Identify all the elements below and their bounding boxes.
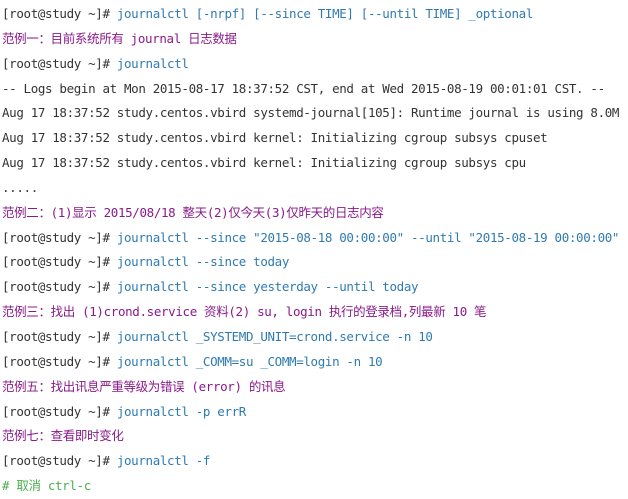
- log-output-line: Aug 17 18:37:52 study.centos.vbird kerne…: [2, 155, 526, 171]
- log-output-line: -- Logs begin at Mon 2015-08-17 18:37:52…: [2, 80, 605, 96]
- command-text: journalctl [-nrpf] [--since TIME] [--unt…: [116, 6, 534, 21]
- log-output-line: Aug 17 18:37:52 study.centos.vbird syste…: [2, 105, 620, 121]
- command-line: [root@study ~]# journalctl -p errR: [2, 400, 628, 425]
- shell-prompt: [root@study ~]#: [2, 6, 117, 21]
- shell-prompt: [root@study ~]#: [2, 403, 117, 419]
- shell-prompt: [root@study ~]#: [2, 279, 117, 295]
- command-text: journalctl --since yesterday --until tod…: [116, 279, 419, 295]
- command-line: [root@study ~]# journalctl -f: [2, 449, 628, 474]
- command-line: [root@study ~]# journalctl _SYSTEMD_UNIT…: [2, 325, 628, 350]
- shell-prompt: [root@study ~]#: [2, 229, 117, 245]
- log-output-line: Aug 17 18:37:52 study.centos.vbird kerne…: [2, 130, 548, 146]
- command-text: journalctl: [116, 55, 189, 71]
- shell-prompt: [root@study ~]#: [2, 353, 117, 369]
- shell-prompt: [root@study ~]#: [2, 254, 117, 270]
- command-line: [root@study ~]# journalctl [-nrpf] [--si…: [2, 2, 628, 27]
- example-heading: 范例二：(1)显示 2015/08/18 整天(2)仅今天(3)仅昨天的日志内容: [2, 204, 384, 220]
- command-text: journalctl -p errR: [116, 403, 247, 419]
- command-line: [root@study ~]# journalctl --since "2015…: [2, 226, 628, 251]
- command-line: [root@study ~]# journalctl _COMM=su _COM…: [2, 350, 628, 375]
- example-heading: 范例五：找出讯息严重等级为错误 (error) 的讯息: [2, 378, 286, 394]
- command-text: journalctl -f: [116, 453, 211, 469]
- log-output-ellipsis: .....: [2, 179, 38, 195]
- command-text: journalctl --since today: [116, 254, 290, 270]
- example-heading: 范例三：找出 (1)crond.service 资料(2) su, login …: [2, 304, 487, 320]
- command-line: [root@study ~]# journalctl --since yeste…: [2, 275, 628, 300]
- shell-prompt: [root@study ~]#: [2, 453, 117, 469]
- example-heading: 范例一：目前系统所有 journal 日志数据: [2, 30, 237, 46]
- command-text: journalctl _COMM=su _COMM=login -n 10: [116, 353, 383, 369]
- command-line: [root@study ~]# journalctl: [2, 52, 628, 77]
- command-text: journalctl --since "2015-08-18 00:00:00"…: [116, 229, 620, 245]
- comment-line: # 取消 ctrl-c: [2, 478, 91, 494]
- shell-prompt: [root@study ~]#: [2, 55, 117, 71]
- example-heading: 范例七：查看即时变化: [2, 428, 124, 444]
- shell-prompt: [root@study ~]#: [2, 328, 117, 344]
- terminal-output: [root@study ~]# journalctl [-nrpf] [--si…: [0, 0, 628, 495]
- command-line: [root@study ~]# journalctl --since today: [2, 250, 628, 275]
- command-text: journalctl _SYSTEMD_UNIT=crond.service -…: [116, 328, 433, 344]
